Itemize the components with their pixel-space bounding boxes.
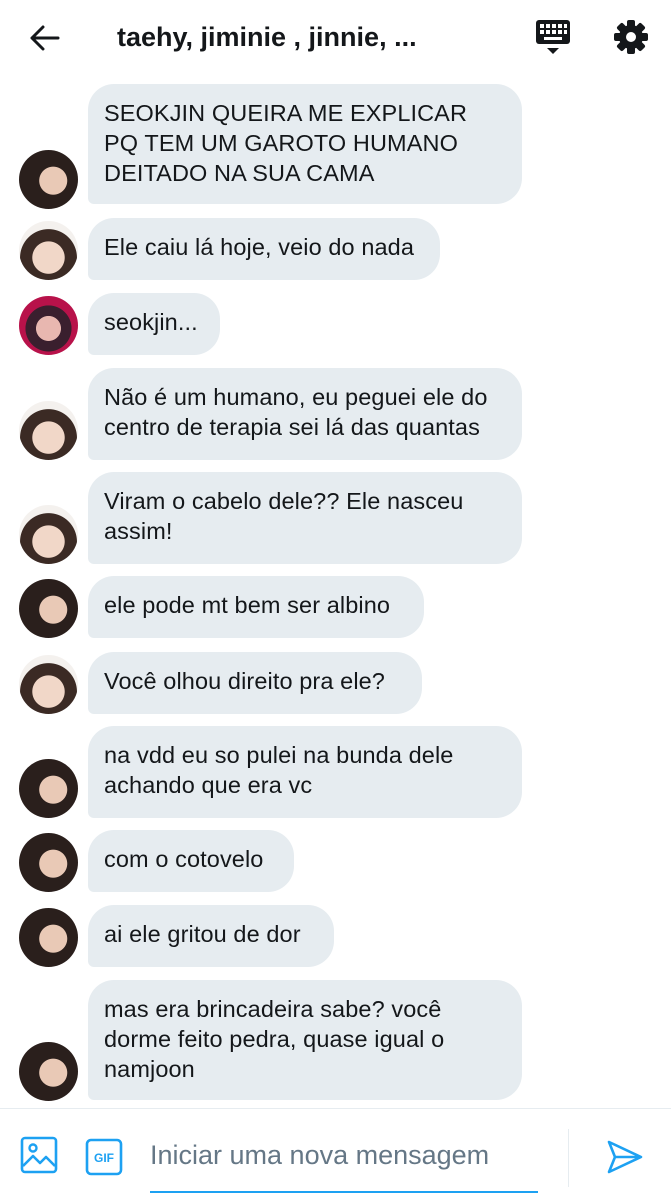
message-item: Você olhou direito pra ele?	[0, 652, 671, 714]
composer-divider	[568, 1129, 569, 1187]
message-input[interactable]	[150, 1129, 538, 1193]
message-item: na vdd eu so pulei na bunda dele achando…	[0, 726, 671, 818]
avatar-jin[interactable]	[19, 221, 78, 280]
message-item: Ele caiu lá hoje, veio do nada	[0, 218, 671, 280]
message-bubble[interactable]: seokjin...	[88, 293, 220, 355]
dm-conversation-screen: taehy, jiminie , jinnie, ... SEOKJIN QUE…	[0, 0, 671, 1200]
gear-icon	[614, 20, 648, 54]
avatar-taehyung[interactable]	[19, 296, 78, 355]
avatar-jin[interactable]	[19, 401, 78, 460]
message-item: SEOKJIN QUEIRA ME EXPLICAR PQ TEM UM GAR…	[0, 84, 671, 209]
avatar-jin[interactable]	[19, 655, 78, 714]
avatar-jimin[interactable]	[19, 833, 78, 892]
message-item: mas era brincadeira sabe? você dorme fei…	[0, 980, 671, 1101]
message-item: Não é um humano, eu peguei ele do centro…	[0, 368, 671, 460]
arrow-left-icon	[30, 25, 60, 51]
avatar-jimin[interactable]	[19, 759, 78, 818]
avatar-jimin[interactable]	[19, 1042, 78, 1101]
avatar-jimin[interactable]	[19, 908, 78, 967]
message-bubble[interactable]: com o cotovelo	[88, 830, 294, 892]
avatar-jimin[interactable]	[19, 150, 78, 209]
image-icon	[20, 1136, 58, 1174]
message-bubble[interactable]: Não é um humano, eu peguei ele do centro…	[88, 368, 522, 460]
message-composer: GIF	[0, 1108, 671, 1200]
message-list[interactable]: SEOKJIN QUEIRA ME EXPLICAR PQ TEM UM GAR…	[0, 78, 671, 1108]
send-button[interactable]	[604, 1137, 644, 1177]
message-item: ai ele gritou de dor	[0, 905, 671, 967]
gif-icon: GIF	[85, 1138, 123, 1176]
settings-button[interactable]	[608, 14, 654, 60]
message-bubble[interactable]: na vdd eu so pulei na bunda dele achando…	[88, 726, 522, 818]
media-button[interactable]	[19, 1135, 59, 1175]
back-button[interactable]	[22, 18, 68, 58]
message-item: com o cotovelo	[0, 830, 671, 892]
message-bubble[interactable]: mas era brincadeira sabe? você dorme fei…	[88, 980, 522, 1100]
keyboard-button[interactable]	[530, 14, 576, 60]
avatar-jin[interactable]	[19, 505, 78, 564]
message-item: ele pode mt bem ser albino	[0, 576, 671, 638]
conversation-header: taehy, jiminie , jinnie, ...	[0, 0, 671, 78]
message-bubble[interactable]: Ele caiu lá hoje, veio do nada	[88, 218, 440, 280]
message-item: Viram o cabelo dele?? Ele nasceu assim!	[0, 472, 671, 564]
avatar-jimin[interactable]	[19, 579, 78, 638]
gif-label: GIF	[94, 1151, 114, 1165]
message-bubble[interactable]: Você olhou direito pra ele?	[88, 652, 422, 714]
gif-button[interactable]: GIF	[84, 1137, 124, 1177]
message-item: seokjin...	[0, 293, 671, 355]
message-bubble[interactable]: SEOKJIN QUEIRA ME EXPLICAR PQ TEM UM GAR…	[88, 84, 522, 204]
message-bubble[interactable]: Viram o cabelo dele?? Ele nasceu assim!	[88, 472, 522, 564]
message-bubble[interactable]: ele pode mt bem ser albino	[88, 576, 424, 638]
message-bubble[interactable]: ai ele gritou de dor	[88, 905, 334, 967]
send-icon	[607, 1140, 643, 1174]
keyboard-icon	[536, 20, 570, 54]
conversation-title[interactable]: taehy, jiminie , jinnie, ...	[117, 22, 517, 53]
